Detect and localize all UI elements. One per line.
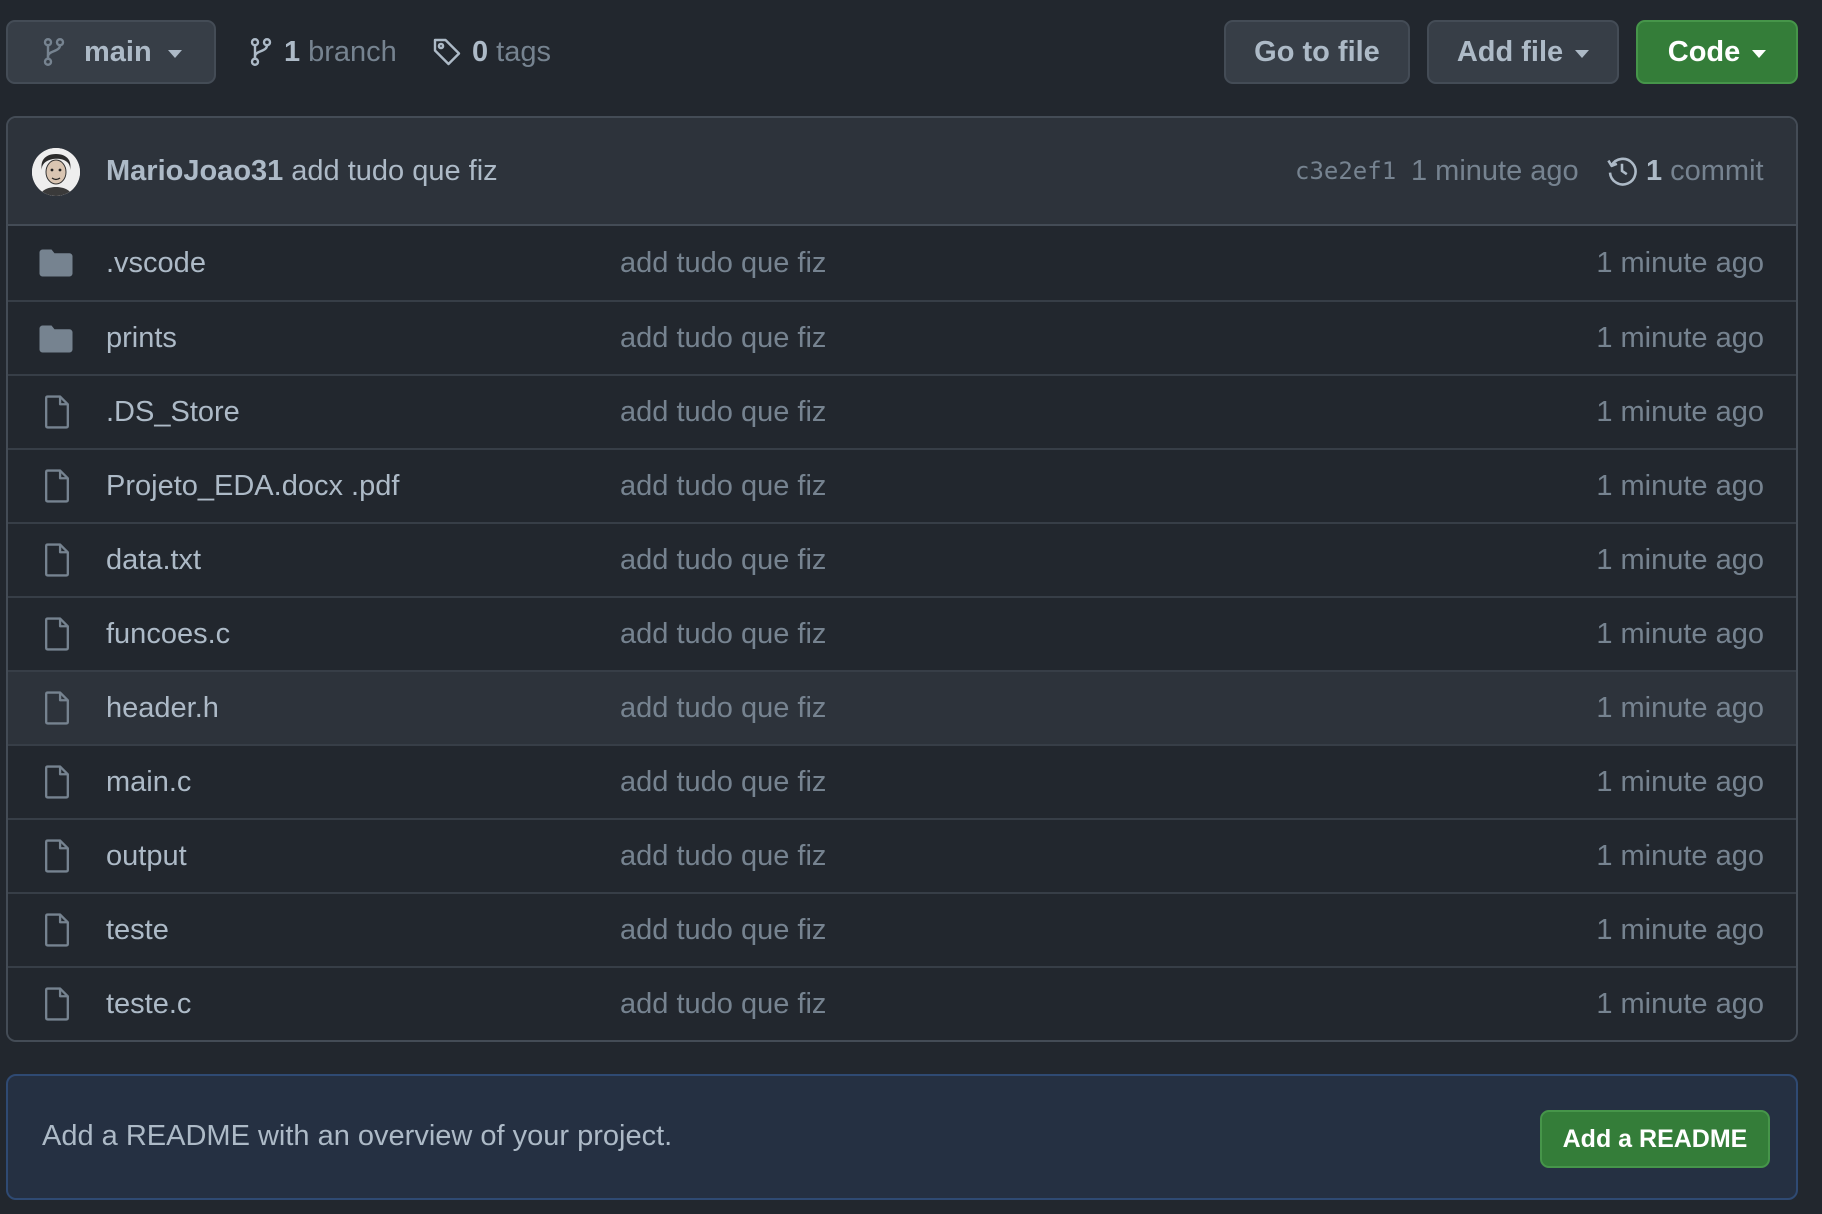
file-name-link[interactable]: Projeto_EDA.docx .pdf xyxy=(106,470,399,503)
file-commit-message-link[interactable]: add tudo que fiz xyxy=(620,914,826,947)
git-branch-icon xyxy=(248,37,274,67)
chevron-down-icon xyxy=(167,49,182,58)
file-commit-message-link[interactable]: add tudo que fiz xyxy=(620,692,826,725)
add-file-label: Add file xyxy=(1456,35,1564,68)
branch-selector-button[interactable]: main xyxy=(6,20,216,84)
file-icon xyxy=(42,765,78,799)
file-icon xyxy=(42,469,78,503)
file-commit-message-link[interactable]: add tudo que fiz xyxy=(620,840,826,873)
file-commit-message-link[interactable]: add tudo que fiz xyxy=(620,766,826,799)
file-icon xyxy=(42,691,78,725)
file-row[interactable]: .vscode add tudo que fiz 1 minute ago xyxy=(8,226,1796,300)
commit-message-text[interactable]: add tudo que fiz xyxy=(291,155,497,187)
commit-author-link[interactable]: MarioJoao31 xyxy=(106,155,283,187)
file-row[interactable]: main.c add tudo que fiz 1 minute ago xyxy=(8,744,1796,818)
file-row[interactable]: funcoes.c add tudo que fiz 1 minute ago xyxy=(8,596,1796,670)
file-name-link[interactable]: header.h xyxy=(106,692,219,725)
tags-count: 0 xyxy=(472,35,489,68)
file-commit-message-link[interactable]: add tudo que fiz xyxy=(620,247,826,280)
file-listing: MarioJoao31 add tudo que fiz c3e2ef1 1 mi… xyxy=(6,116,1798,1042)
branches-link[interactable]: 1 branch xyxy=(248,20,397,84)
commit-count: 1 xyxy=(1646,154,1663,187)
file-row[interactable]: Projeto_EDA.docx .pdf add tudo que fiz 1 m… xyxy=(8,448,1796,522)
file-row[interactable]: prints add tudo que fiz 1 minute ago xyxy=(8,300,1796,374)
file-icon xyxy=(42,839,78,873)
file-commit-message-link[interactable]: add tudo que fiz xyxy=(620,618,826,651)
file-commit-time: 1 minute ago xyxy=(1596,839,1764,872)
file-row[interactable]: teste add tudo que fiz 1 minute ago xyxy=(8,892,1796,966)
file-name-link[interactable]: .DS_Store xyxy=(106,396,240,429)
file-commit-message-link[interactable]: add tudo que fiz xyxy=(620,470,826,503)
add-readme-button[interactable]: Add a README xyxy=(1540,1110,1770,1168)
file-icon xyxy=(42,617,78,651)
commit-time: 1 minute ago xyxy=(1411,154,1579,187)
tags-word: tags xyxy=(496,35,551,68)
file-name-link[interactable]: main.c xyxy=(106,766,191,799)
file-name-link[interactable]: prints xyxy=(106,322,177,355)
file-name-link[interactable]: .vscode xyxy=(106,247,206,280)
folder-icon xyxy=(38,324,74,358)
go-to-file-label: Go to file xyxy=(1254,35,1380,68)
avatar[interactable] xyxy=(32,148,80,196)
file-rows: .vscode add tudo que fiz 1 minute ago print… xyxy=(8,226,1796,1040)
commit-message: MarioJoao31 add tudo que fiz xyxy=(106,155,498,188)
file-commit-time: 1 minute ago xyxy=(1596,321,1764,354)
file-row[interactable]: teste.c add tudo que fiz 1 minute ago xyxy=(8,966,1796,1040)
file-icon xyxy=(42,987,78,1021)
file-icon xyxy=(42,913,78,947)
file-row[interactable]: output add tudo que fiz 1 minute ago xyxy=(8,818,1796,892)
file-commit-message-link[interactable]: add tudo que fiz xyxy=(620,988,826,1021)
commit-history-link[interactable]: 1 commit xyxy=(1606,155,1764,188)
file-commit-message-link[interactable]: add tudo que fiz xyxy=(620,396,826,429)
file-name-link[interactable]: data.txt xyxy=(106,544,201,577)
file-icon xyxy=(42,543,78,577)
commit-count-word: commit xyxy=(1670,154,1764,187)
chevron-down-icon xyxy=(1575,49,1590,58)
tags-link[interactable]: 0 tags xyxy=(432,20,551,84)
file-name-link[interactable]: teste xyxy=(106,914,169,947)
file-commit-message-link[interactable]: add tudo que fiz xyxy=(620,322,826,355)
go-to-file-button[interactable]: Go to file xyxy=(1224,20,1410,84)
file-name-link[interactable]: output xyxy=(106,840,187,873)
branches-count: 1 xyxy=(284,35,301,68)
add-readme-label: Add a README xyxy=(1562,1124,1748,1153)
history-icon xyxy=(1606,155,1638,187)
code-label: Code xyxy=(1667,35,1741,68)
file-row[interactable]: header.h add tudo que fiz 1 minute ago xyxy=(8,670,1796,744)
file-commit-time: 1 minute ago xyxy=(1596,469,1764,502)
repo-toolbar: main 1 branch 0 tags Go to file Add file… xyxy=(0,0,1822,100)
file-commit-time: 1 minute ago xyxy=(1596,246,1764,279)
commit-hash-link[interactable]: c3e2ef1 xyxy=(1295,157,1396,185)
file-commit-message-link[interactable]: add tudo que fiz xyxy=(620,544,826,577)
file-name-link[interactable]: teste.c xyxy=(106,988,191,1021)
file-commit-time: 1 minute ago xyxy=(1596,987,1764,1020)
branch-name: main xyxy=(84,35,152,68)
file-commit-time: 1 minute ago xyxy=(1596,543,1764,576)
file-commit-time: 1 minute ago xyxy=(1596,765,1764,798)
tag-icon xyxy=(432,37,462,67)
file-row[interactable]: .DS_Store add tudo que fiz 1 minute ago xyxy=(8,374,1796,448)
file-icon xyxy=(42,395,78,429)
file-row[interactable]: data.txt add tudo que fiz 1 minute ago xyxy=(8,522,1796,596)
file-commit-time: 1 minute ago xyxy=(1596,395,1764,428)
chevron-down-icon xyxy=(1752,49,1767,58)
code-button[interactable]: Code xyxy=(1636,20,1798,84)
branches-word: branch xyxy=(308,35,397,68)
readme-prompt-text: Add a README with an overview of your pr… xyxy=(42,1120,673,1152)
add-file-button[interactable]: Add file xyxy=(1427,20,1619,84)
readme-banner: Add a README with an overview of your pr… xyxy=(6,1074,1798,1200)
file-name-link[interactable]: funcoes.c xyxy=(106,618,230,651)
file-commit-time: 1 minute ago xyxy=(1596,691,1764,724)
folder-icon xyxy=(38,248,74,282)
file-commit-time: 1 minute ago xyxy=(1596,913,1764,946)
git-branch-icon xyxy=(42,37,66,67)
file-commit-time: 1 minute ago xyxy=(1596,617,1764,650)
latest-commit-header: MarioJoao31 add tudo que fiz c3e2ef1 1 mi… xyxy=(8,118,1796,226)
